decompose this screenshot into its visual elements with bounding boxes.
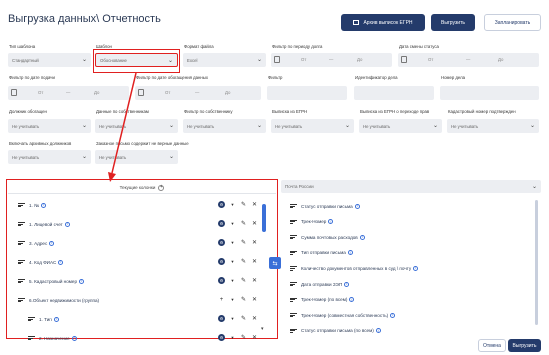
annotation-arrow (108, 72, 137, 182)
